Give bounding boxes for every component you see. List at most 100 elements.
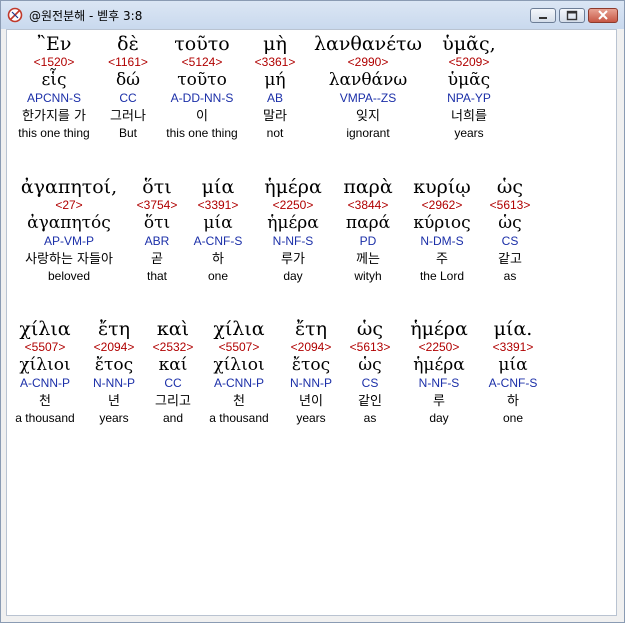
greek-word: μία. (493, 318, 533, 340)
parsing-code: CC (164, 376, 182, 390)
word-cell[interactable]: ἔτη <2094> ἔτος N-NN-P 년 years (85, 318, 143, 425)
app-window: @원전분해 - 벧후 3:8 ῍Εν <1520> εἷς APCNN-S 한가… (0, 0, 625, 623)
lemma: ἡμέρα (267, 213, 319, 233)
parsing-code: N-DM-S (420, 234, 464, 248)
english-gloss: wityh (354, 269, 382, 283)
minimize-button[interactable] (530, 8, 556, 23)
word-cell[interactable]: ἡμέρα <2250> ἡμέρα N-NF-S 루가 day (251, 176, 335, 283)
strong-number: <3844> (347, 198, 389, 212)
word-cell[interactable]: χίλια <5507> χίλιοι A-CNN-P 천 a thousand (9, 318, 81, 425)
greek-word: μία (201, 176, 235, 198)
parsing-code: CC (119, 91, 137, 105)
close-button[interactable] (588, 8, 618, 23)
lemma: κύριος (413, 213, 471, 233)
korean-gloss: 년 (108, 394, 120, 409)
maximize-button[interactable] (559, 8, 585, 23)
greek-word: ὅτι (142, 176, 172, 198)
strong-number: <1161> (108, 55, 148, 69)
greek-word: ἡμέρα (264, 176, 322, 198)
korean-gloss: 루가 (281, 252, 305, 267)
title-bar[interactable]: @원전분해 - 벧후 3:8 (1, 1, 624, 29)
english-gloss: this one thing (166, 126, 238, 140)
korean-gloss: 년이 (299, 394, 323, 409)
interlinear-view[interactable]: ῍Εν <1520> εἷς APCNN-S 한가지를 가 this one t… (6, 29, 617, 616)
strong-number: <3391> (197, 198, 239, 212)
word-cell[interactable]: μία <3391> μία A-CNF-S 하 one (187, 176, 249, 283)
parsing-code: PD (359, 234, 377, 248)
parsing-code: A-CNF-S (193, 234, 243, 248)
strong-number: <3754> (136, 198, 178, 212)
english-gloss: the Lord (419, 269, 465, 283)
word-cell[interactable]: παρὰ <3844> παρά PD 께는 wityh (335, 176, 401, 283)
lemma: μή (264, 70, 286, 90)
word-cell[interactable]: ὡς <5613> ὡς CS 같인 as (343, 318, 397, 425)
strong-number: <2532> (152, 340, 194, 354)
lemma: ἡμέρα (413, 355, 465, 375)
word-cell[interactable]: ἀγαπητοί, <27> ἀγαπητός AP-VM-P 사랑하는 자들아… (9, 176, 129, 283)
strong-number: <2250> (272, 198, 314, 212)
korean-gloss: 말라 (263, 109, 287, 124)
greek-word: ἡμέρα (410, 318, 468, 340)
word-cell[interactable]: δὲ <1161> δώ CC 그러나 But (99, 33, 157, 140)
korean-gloss: 너희를 (451, 109, 487, 124)
lemma: μία (498, 355, 528, 375)
maximize-icon (566, 10, 578, 21)
word-cell[interactable]: τοῦτο <5124> τοῦτο A-DD-NN-S 이 this one … (161, 33, 243, 140)
lemma: χίλιοι (213, 355, 265, 375)
strong-number: <2250> (418, 340, 460, 354)
korean-gloss: 이 (196, 109, 208, 124)
lemma: ὅτι (143, 213, 171, 233)
greek-word: ἀγαπητοί, (20, 176, 118, 198)
greek-word: ὡς (356, 318, 384, 340)
word-cell[interactable]: μὴ <3361> μή AB 말라 not (247, 33, 303, 140)
greek-word: ὡς (496, 176, 524, 198)
strong-number: <2962> (421, 198, 463, 212)
korean-gloss: 루 (433, 394, 445, 409)
lemma: ὡς (358, 355, 382, 375)
lemma: ἀγαπητός (27, 213, 111, 233)
greek-word: χίλια (213, 318, 265, 340)
greek-word: μὴ (263, 33, 287, 55)
english-gloss: this one thing (18, 126, 90, 140)
english-gloss: not (266, 126, 284, 140)
strong-number: <27> (55, 198, 83, 212)
lemma: μία (203, 213, 233, 233)
english-gloss: But (118, 126, 137, 140)
word-cell[interactable]: ῍Εν <1520> εἷς APCNN-S 한가지를 가 this one t… (9, 33, 99, 140)
english-gloss: ignorant (346, 126, 390, 140)
word-cell[interactable]: καὶ <2532> καί CC 그리고 and (145, 318, 201, 425)
word-cell[interactable]: κυρίῳ <2962> κύριος N-DM-S 주 the Lord (403, 176, 481, 283)
word-cell[interactable]: μία. <3391> μία A-CNF-S 하 one (481, 318, 545, 425)
strong-number: <5507> (24, 340, 66, 354)
lemma: ἔτος (291, 355, 331, 375)
strong-number: <5507> (218, 340, 260, 354)
english-gloss: day (429, 411, 449, 425)
strong-number: <5124> (181, 55, 223, 69)
word-cell[interactable]: ἡμέρα <2250> ἡμέρα N-NF-S 루 day (399, 318, 479, 425)
word-cell[interactable]: λανθανέτω <2990> λανθάνω VMPA--ZS 잊지 ign… (307, 33, 429, 140)
parsing-code: N-NF-S (418, 376, 460, 390)
strong-number: <2094> (290, 340, 332, 354)
parsing-code: A-CNN-P (214, 376, 264, 390)
english-gloss: beloved (47, 269, 91, 283)
strong-number: <5613> (489, 198, 531, 212)
strong-number: <5613> (349, 340, 391, 354)
korean-gloss: 하 (507, 394, 519, 409)
greek-word: τοῦτο (174, 33, 230, 55)
parsing-code: NPA-YP (447, 91, 491, 105)
word-cell[interactable]: ὑμᾶς, <5209> ὑμᾶς NPA-YP 너희를 years (431, 33, 507, 140)
english-gloss: years (454, 126, 484, 140)
strong-number: <1520> (33, 55, 75, 69)
korean-gloss: 한가지를 가 (22, 109, 86, 124)
korean-gloss: 같인 (358, 394, 382, 409)
word-cell[interactable]: ὡς <5613> ὡς CS 같고 as (483, 176, 537, 283)
english-gloss: as (363, 411, 377, 425)
lemma: τοῦτο (177, 70, 227, 90)
parsing-code: CS (501, 234, 519, 248)
lemma: καί (158, 355, 188, 375)
parsing-code: N-NN-P (93, 376, 135, 390)
word-cell[interactable]: χίλια <5507> χίλιοι A-CNN-P 천 a thousand (203, 318, 275, 425)
lemma: παρά (345, 213, 391, 233)
word-cell[interactable]: ἔτη <2094> ἔτος N-NN-P 년이 years (281, 318, 341, 425)
word-cell[interactable]: ὅτι <3754> ὅτι ABR 곧 that (129, 176, 185, 283)
